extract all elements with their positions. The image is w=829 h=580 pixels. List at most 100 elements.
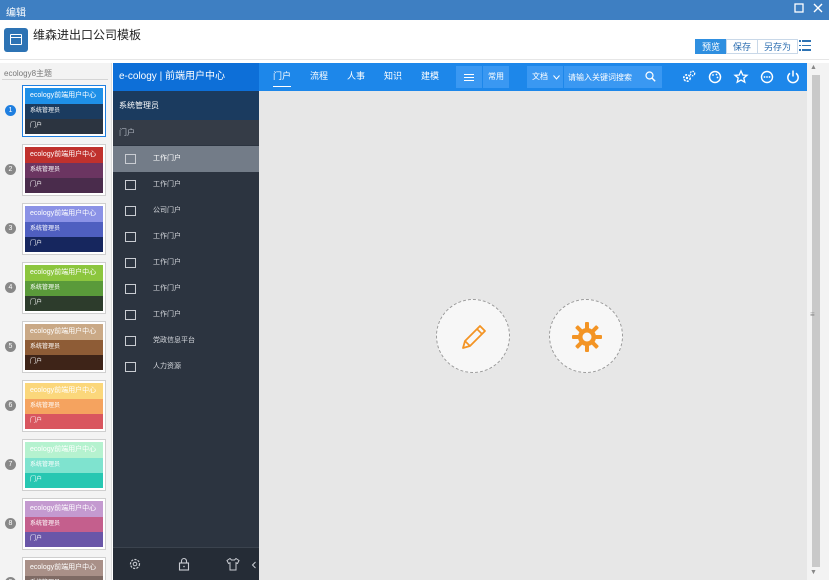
- theme-number: 7: [5, 459, 16, 470]
- shirt-icon[interactable]: [225, 556, 241, 572]
- header-button-group: 预览 保存 另存为: [695, 39, 799, 54]
- portal-preview: e-cology | 前端用户中心 门户 流程 人事 知识 建模 常用 文档 请…: [113, 63, 807, 580]
- sidebar-item[interactable]: 工作门户: [113, 146, 259, 172]
- save-button[interactable]: 保存: [726, 39, 759, 54]
- settings-icon[interactable]: [680, 68, 698, 86]
- theme-number: 8: [5, 518, 16, 529]
- sidebar-item-label: 党政信息平台: [153, 337, 195, 344]
- collapse-icon[interactable]: [251, 561, 257, 569]
- nav-item-workflow[interactable]: 流程: [310, 63, 328, 91]
- nav-item-knowledge[interactable]: 知识: [384, 63, 402, 91]
- more-icon[interactable]: [758, 68, 776, 86]
- chevron-down-icon: [553, 75, 560, 80]
- maximize-icon[interactable]: [791, 2, 807, 18]
- theme-brand: ecology前端用户中心: [25, 383, 103, 399]
- theme-number: 1: [5, 105, 16, 116]
- theme-thumbnail[interactable]: ecology前端用户中心系统管理员门户: [22, 380, 106, 432]
- theme-thumbnail[interactable]: ecology前端用户中心系统管理员门户: [22, 557, 106, 580]
- theme-section: 门户: [25, 355, 103, 370]
- theme-user: 系统管理员: [25, 576, 103, 580]
- theme-section: 门户: [25, 532, 103, 547]
- theme-thumbnail[interactable]: ecology前端用户中心系统管理员门户: [22, 85, 106, 137]
- sidebar-footer: [113, 547, 259, 580]
- sidebar-item[interactable]: 工作门户: [113, 250, 259, 276]
- theme-brand: ecology前端用户中心: [25, 147, 103, 163]
- template-icon: [4, 28, 28, 52]
- nav-item-portal[interactable]: 门户: [273, 63, 292, 91]
- theme-item[interactable]: 9ecology前端用户中心系统管理员门户: [0, 557, 111, 580]
- close-icon[interactable]: [810, 2, 826, 18]
- star-icon[interactable]: [732, 68, 750, 86]
- sidebar-item[interactable]: 工作门户: [113, 276, 259, 302]
- scrollbar-thumb[interactable]: [812, 75, 820, 567]
- sidebar-item-label: 工作门户: [153, 181, 181, 188]
- search-category-select[interactable]: 文档: [527, 66, 563, 88]
- sidebar-item[interactable]: 人力资源: [113, 354, 259, 380]
- theme-thumbnail[interactable]: ecology前端用户中心系统管理员门户: [22, 203, 106, 255]
- palette-icon[interactable]: [706, 68, 724, 86]
- gear-icon[interactable]: [127, 556, 143, 572]
- theme-thumbnail[interactable]: ecology前端用户中心系统管理员门户: [22, 439, 106, 491]
- save-as-button[interactable]: 另存为: [757, 39, 799, 54]
- common-button[interactable]: 常用: [483, 66, 509, 88]
- sidebar-item[interactable]: 工作门户: [113, 172, 259, 198]
- sidebar-item[interactable]: 工作门户: [113, 224, 259, 250]
- scrollbar[interactable]: ▲ ≡ ▼: [807, 63, 829, 580]
- columns-icon: [125, 362, 136, 372]
- sidebar-item-label: 工作门户: [153, 155, 181, 162]
- sidebar-item[interactable]: 工作门户: [113, 302, 259, 328]
- theme-user: 系统管理员: [25, 399, 103, 414]
- template-title: 维森进出口公司模板: [33, 28, 142, 42]
- scroll-down-icon[interactable]: ▼: [810, 569, 817, 576]
- pencil-icon: [462, 325, 486, 349]
- theme-item[interactable]: 2 ecology前端用户中心 系统管理员 门户: [0, 144, 111, 196]
- scroll-up-icon[interactable]: ▲: [810, 64, 817, 71]
- nav-item-hr[interactable]: 人事: [347, 63, 365, 91]
- theme-item[interactable]: 3 ecology前端用户中心 系统管理员 门户: [0, 203, 111, 255]
- theme-brand: ecology前端用户中心: [25, 206, 103, 222]
- theme-section: 门户: [25, 296, 103, 311]
- edit-button[interactable]: [436, 299, 510, 373]
- content-area: [259, 91, 807, 580]
- theme-panel-title: ecology8主题: [4, 69, 53, 78]
- search-input[interactable]: [568, 69, 636, 85]
- theme-item[interactable]: 5 ecology前端用户中心 系统管理员 门户: [0, 321, 111, 373]
- theme-brand: ecology前端用户中心: [25, 88, 103, 104]
- gear-icon: [572, 322, 602, 352]
- sidebar-item[interactable]: 公司门户: [113, 198, 259, 224]
- theme-thumbnail[interactable]: ecology前端用户中心系统管理员门户: [22, 144, 106, 196]
- sidebar-user[interactable]: 系统管理员: [113, 91, 259, 120]
- theme-brand: ecology前端用户中心: [25, 560, 103, 576]
- top-nav: 门户 流程 人事 知识 建模 常用 文档: [259, 63, 807, 91]
- table-icon: [125, 284, 136, 294]
- lock-icon[interactable]: [176, 556, 192, 572]
- menu-icon[interactable]: [456, 66, 482, 88]
- theme-thumbnail[interactable]: ecology前端用户中心系统管理员门户: [22, 498, 106, 550]
- theme-number: 3: [5, 223, 16, 234]
- nav-item-modeling[interactable]: 建模: [421, 63, 439, 91]
- theme-item[interactable]: 8 ecology前端用户中心 系统管理员 门户: [0, 498, 111, 550]
- theme-user: 系统管理员: [25, 458, 103, 473]
- sidebar: 系统管理员 门户 工作门户 工作门户 公司门户 工作门户 工作门户 工作门户 工作门户 党政信…: [113, 91, 259, 580]
- theme-brand: ecology前端用户中心: [25, 265, 103, 281]
- search-box: [564, 66, 662, 88]
- theme-item[interactable]: 4 ecology前端用户中心 系统管理员 门户: [0, 262, 111, 314]
- sidebar-section-title: 门户: [113, 120, 259, 145]
- power-icon[interactable]: [784, 68, 802, 86]
- list-menu-icon[interactable]: [799, 40, 811, 51]
- search-icon[interactable]: [645, 71, 656, 82]
- sidebar-item-label: 工作门户: [153, 259, 181, 266]
- theme-item[interactable]: 6 ecology前端用户中心 系统管理员 门户: [0, 380, 111, 432]
- window-titlebar: 编辑: [0, 0, 829, 20]
- theme-panel: ecology8主题 1 ecology前端用户中心 系统管理员 门户 2 ecology…: [0, 63, 112, 580]
- theme-thumbnail[interactable]: ecology前端用户中心系统管理员门户: [22, 262, 106, 314]
- theme-section: 门户: [25, 237, 103, 252]
- theme-section: 门户: [25, 473, 103, 488]
- preview-button[interactable]: 预览: [695, 39, 728, 54]
- theme-item[interactable]: 1 ecology前端用户中心 系统管理员 门户: [0, 85, 111, 137]
- sidebar-item[interactable]: 党政信息平台: [113, 328, 259, 354]
- theme-thumbnail[interactable]: ecology前端用户中心系统管理员门户: [22, 321, 106, 373]
- theme-item[interactable]: 7 ecology前端用户中心 系统管理员 门户: [0, 439, 111, 491]
- settings-button[interactable]: [549, 299, 623, 373]
- frame-icon: [125, 310, 136, 320]
